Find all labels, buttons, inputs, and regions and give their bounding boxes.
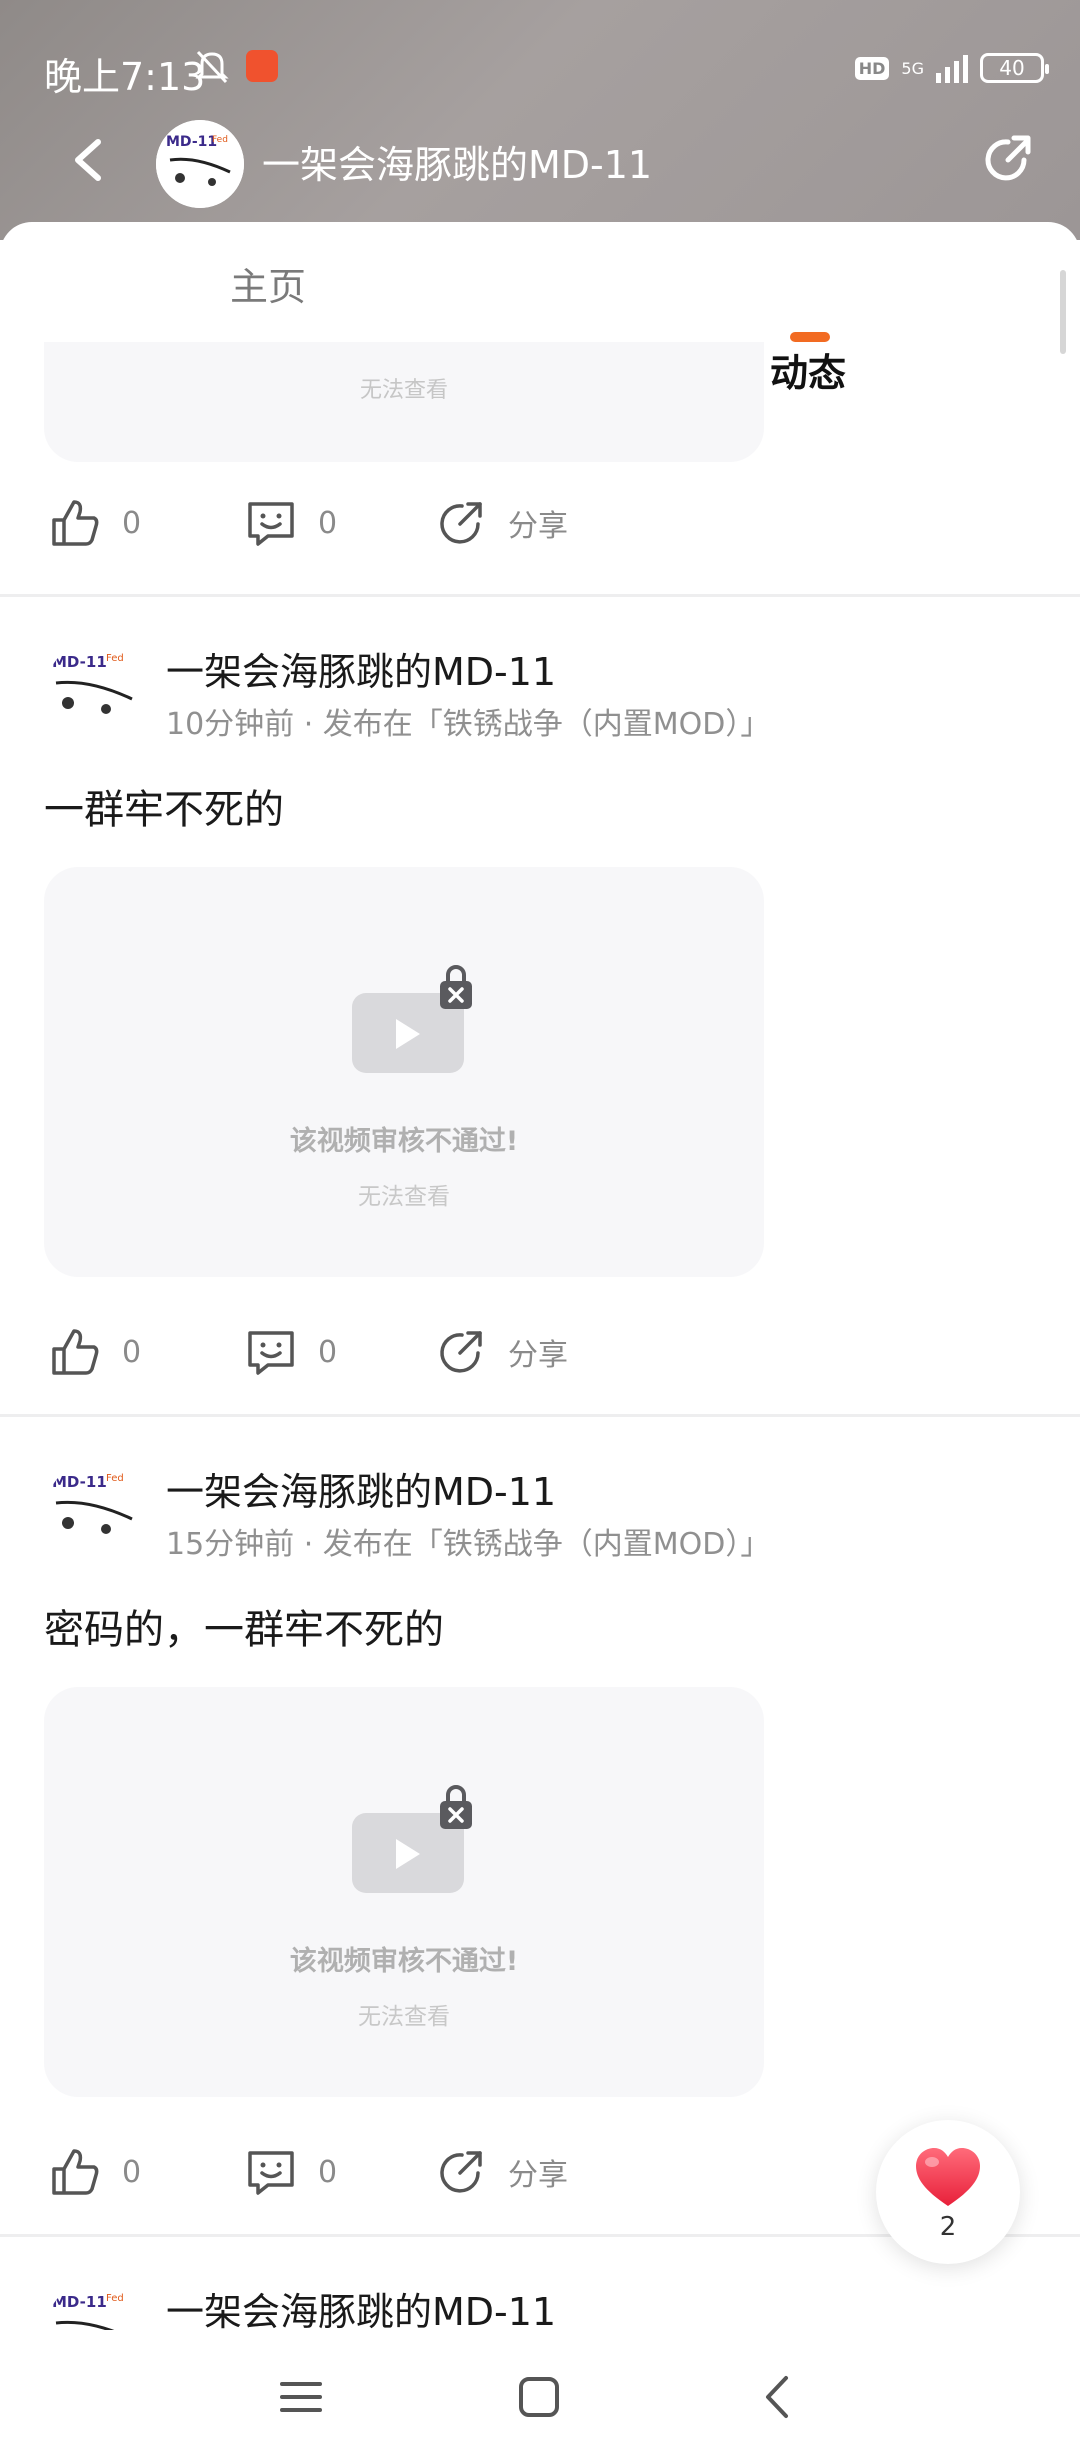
- author-name[interactable]: 一架会海豚跳的MD-11: [166, 641, 556, 696]
- post-item[interactable]: MD-11 Fed 一架会海豚跳的MD-11 15分钟前 · 发布在「铁锈战争（…: [0, 1417, 1080, 2237]
- share-label: 分享: [508, 509, 568, 544]
- video-placeholder[interactable]: 该视频审核不通过! 无法查看: [44, 867, 764, 1277]
- comment-count: 0: [318, 1334, 338, 1370]
- share-icon: [440, 2151, 482, 2193]
- tab-home[interactable]: 主页: [230, 256, 306, 311]
- status-bar: 晚上7:13 HD 5G 40: [0, 40, 1080, 99]
- mute-bell-icon: [195, 50, 229, 84]
- comment-button[interactable]: 0: [244, 488, 337, 558]
- video-placeholder[interactable]: 无法查看: [44, 342, 764, 462]
- like-button[interactable]: 0: [48, 1317, 141, 1387]
- author-avatar[interactable]: MD-11 Fed: [46, 641, 144, 739]
- video-placeholder[interactable]: 该视频审核不通过! 无法查看: [44, 1687, 764, 2097]
- post-text: 一群牢不死的: [44, 787, 284, 833]
- share-label: 分享: [508, 1338, 568, 1373]
- signal-icon: [936, 53, 968, 83]
- post-actions: 0 0 分享: [48, 488, 748, 558]
- back-icon[interactable]: [754, 2372, 804, 2422]
- video-unavailable-text: 无法查看: [359, 378, 448, 403]
- comment-button[interactable]: 0: [244, 2137, 337, 2207]
- comment-button[interactable]: 0: [244, 1317, 337, 1387]
- hd-badge: HD: [854, 56, 890, 80]
- thumbs-up-icon: [52, 2149, 99, 2195]
- content-sheet: 主页 动态 无法查看 0 0 分享 MD-11 Fed 一架会海豚跳的MD-11…: [0, 222, 1080, 2460]
- video-rejected-text: 该视频审核不通过!: [289, 1946, 519, 1977]
- locked-video-icon: [352, 965, 472, 1073]
- post-meta: 15分钟前 · 发布在「铁锈战争（内置MOD）」: [166, 1527, 771, 1562]
- battery-icon: 40: [980, 53, 1049, 83]
- comment-count: 0: [318, 2154, 338, 2190]
- screen-record-icon: [246, 50, 278, 82]
- post-actions: 0 0 分享: [48, 2137, 748, 2207]
- post-text: 密码的，一群牢不死的: [44, 1607, 444, 1653]
- svg-text:MD-11: MD-11: [52, 653, 107, 671]
- svg-text:Fed: Fed: [106, 2293, 124, 2304]
- md11-logo-icon: MD-11 Fed: [46, 1461, 144, 1559]
- share-button[interactable]: 分享: [434, 2137, 568, 2207]
- author-name[interactable]: 一架会海豚跳的MD-11: [166, 2281, 556, 2336]
- like-button[interactable]: 0: [48, 488, 141, 558]
- video-unavailable-text: 无法查看: [358, 1184, 450, 1210]
- locked-video-icon: [352, 1785, 472, 1893]
- title-bar: MD-11 Fed 一架会海豚跳的MD-11: [0, 120, 1080, 208]
- svg-text:MD-11: MD-11: [52, 1473, 107, 1491]
- comment-smile-icon: [248, 2151, 294, 2195]
- like-count: 0: [122, 1334, 142, 1370]
- svg-text:Fed: Fed: [106, 1473, 124, 1484]
- profile-header: 晚上7:13 HD 5G 40 MD-11 Fed 一架会海豚跳的MD-11: [0, 0, 1080, 240]
- like-count: 0: [122, 505, 142, 541]
- home-icon[interactable]: [514, 2372, 564, 2422]
- network-type: 5G: [901, 58, 924, 78]
- author-name[interactable]: 一架会海豚跳的MD-11: [166, 1461, 556, 1516]
- tab-indicator: [790, 332, 830, 342]
- video-rejected-text: 该视频审核不通过!: [289, 1126, 519, 1157]
- floating-like-count: 2: [939, 2212, 957, 2242]
- like-button[interactable]: 0: [48, 2137, 141, 2207]
- svg-text:Fed: Fed: [212, 135, 228, 145]
- back-arrow-icon[interactable]: [66, 136, 110, 184]
- post-item[interactable]: MD-11 Fed 一架会海豚跳的MD-11 10分钟前 · 发布在「铁锈战争（…: [0, 597, 1080, 1417]
- share-button[interactable]: 分享: [434, 1317, 568, 1387]
- status-right: HD 5G 40: [854, 48, 1049, 88]
- share-icon[interactable]: [978, 130, 1036, 188]
- share-label: 分享: [508, 2158, 568, 2193]
- md11-logo-icon: MD-11 Fed: [46, 641, 144, 739]
- comment-count: 0: [318, 505, 338, 541]
- svg-text:MD-11: MD-11: [166, 134, 217, 150]
- author-avatar[interactable]: MD-11 Fed: [46, 1461, 144, 1559]
- svg-text:Fed: Fed: [106, 653, 124, 664]
- comment-smile-icon: [248, 1331, 294, 1375]
- status-time: 晚上7:13: [44, 55, 206, 99]
- share-button[interactable]: 分享: [434, 488, 568, 558]
- floating-like-button[interactable]: 2: [876, 2120, 1020, 2264]
- heart-icon: [916, 2148, 980, 2206]
- avatar[interactable]: MD-11 Fed: [156, 120, 244, 208]
- md11-logo-icon: MD-11 Fed: [156, 120, 244, 208]
- comment-smile-icon: [248, 502, 294, 546]
- thumbs-up-icon: [52, 500, 99, 546]
- share-icon: [440, 1331, 482, 1373]
- menu-icon[interactable]: [276, 2372, 326, 2422]
- video-unavailable-text: 无法查看: [358, 2004, 450, 2030]
- svg-text:MD-11: MD-11: [52, 2293, 107, 2311]
- thumbs-up-icon: [52, 1329, 99, 1375]
- page-title: 一架会海豚跳的MD-11: [262, 143, 653, 187]
- like-count: 0: [122, 2154, 142, 2190]
- system-nav-bar: [0, 2330, 1080, 2460]
- tab-bar: 主页 动态: [0, 222, 1080, 395]
- post-actions: 0 0 分享: [48, 1317, 748, 1387]
- share-icon: [440, 502, 482, 544]
- post-meta: 10分钟前 · 发布在「铁锈战争（内置MOD）」: [166, 707, 771, 742]
